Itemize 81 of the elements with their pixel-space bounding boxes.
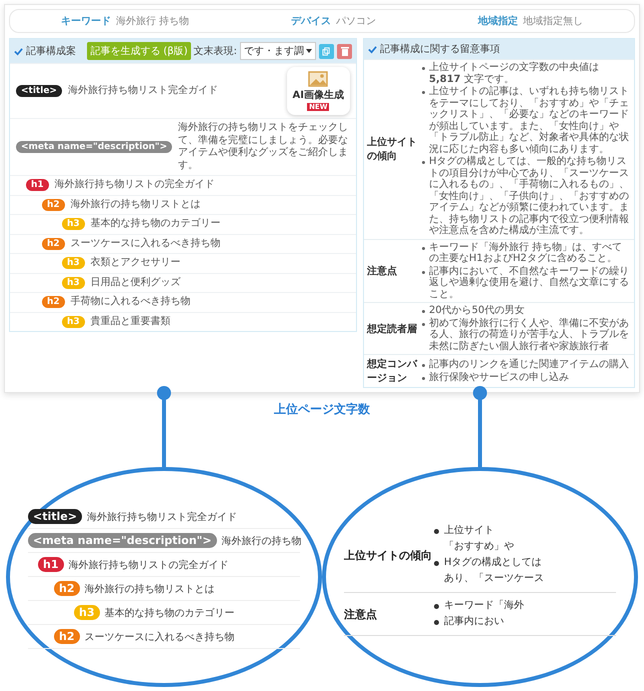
- heading-tag: h2: [54, 581, 80, 596]
- bullet-dot: [422, 364, 425, 367]
- heading-tag: h2: [54, 629, 80, 644]
- heading-text: 海外旅行持ち物リストの完全ガイド: [68, 558, 228, 572]
- filter-label: 地域指定: [478, 14, 518, 28]
- note-bullet: 記事内のリンクを通じた関連アイテムの購入: [429, 359, 629, 370]
- heading-tag: h2: [42, 296, 65, 308]
- heading-tag: h1: [38, 557, 64, 572]
- heading-tag: <title>: [16, 85, 62, 97]
- filter-label: デバイス: [291, 15, 332, 28]
- filter-value: 海外旅行 持ち物: [116, 14, 190, 28]
- heading-tag: h2: [42, 238, 65, 250]
- image-icon: [308, 71, 328, 87]
- heading-text: 海外旅行持ち物リスト完全ガイド: [86, 510, 237, 524]
- bullet-dot: [422, 67, 425, 70]
- bullet-dot: [422, 310, 425, 313]
- note-line: あり、「スーツケース: [444, 572, 544, 586]
- heading-tag: h3: [62, 218, 85, 230]
- note-bullet: Hタグの構成としては、一般的な持ち物リストの項目分けが中心であり、「スーツケースに入れるもの」、「手荷物に入れるもの」、「女性向け」、「子供向け」、「おすすめのアイテム」などが頻繁に使われています。また、持ち物リストの記事内で役立つ便利情報や注意点を含めた構成が主流です。: [429, 156, 630, 236]
- bullet-dot: [422, 246, 425, 250]
- section-label: 上位サイトの傾向: [344, 548, 433, 562]
- note-line: 「おすすめ」や: [444, 540, 514, 554]
- heading-tag: <title>: [28, 509, 82, 524]
- panel-title: 記事構成案: [26, 44, 76, 58]
- check-icon: [14, 46, 23, 56]
- bullet-dot: [422, 322, 425, 326]
- heading-text: スーツケースに入れるべき持ち物: [70, 238, 221, 250]
- section-label: 注意点: [367, 264, 398, 278]
- heading-text: 海外旅行持ち物リストの完全ガイド: [54, 179, 215, 192]
- section-label: 上位サイトの傾向: [367, 136, 418, 164]
- section-label: 想定読者層: [367, 322, 418, 336]
- note-line: 記事内におい: [444, 614, 504, 629]
- note-bullet: 旅行保険やサービスの申し込み: [429, 372, 569, 383]
- heading-tag: h3: [62, 257, 85, 270]
- heading-text: 衣類とアクセサリー: [90, 257, 181, 270]
- heading-tag: h1: [26, 179, 49, 192]
- note-bullet: 20代から50代の男女: [429, 305, 524, 316]
- heading-tag: <meta name="description">: [28, 533, 217, 548]
- bullet-dot: [422, 376, 425, 380]
- filter-value: 地域指定無し: [523, 14, 584, 28]
- note-bullet: 上位サイトページの文字数の中央値は 5,817 文字です。: [429, 62, 600, 85]
- heading-text: スーツケースに入れるべき持ち物: [84, 630, 234, 644]
- note-bullet: キーワード「海外旅行 持ち物」は、すべての主要なH1およびH2タグに含めること。: [429, 242, 624, 264]
- heading-text: 手荷物に入れるべき持ち物: [70, 296, 191, 308]
- heading-text: 日用品と便利グッズ: [90, 276, 181, 289]
- heading-text: 海外旅行の持ち物: [222, 534, 302, 548]
- heading-tag: h3: [62, 316, 85, 328]
- bullet-dot: [422, 270, 425, 274]
- note-line: Hタグの構成としては: [444, 556, 542, 570]
- heading-text: 海外旅行持ち物リスト完全ガイド: [68, 84, 218, 98]
- heading-text: 基本的な持ち物のカテゴリー: [90, 218, 221, 230]
- style-label: 文末表現:: [194, 44, 237, 58]
- note-line: 上位サイト: [444, 524, 494, 538]
- copy-button[interactable]: [319, 44, 334, 58]
- trash-icon: [340, 46, 348, 56]
- note-bullet: 初めて海外旅行に行く人や、準備に不安がある人、旅行の荷造りが苦手な人、トラブルを未然に防ぎたい個人旅行者や家族旅行者: [429, 318, 630, 352]
- note-line: キーワード「海外: [444, 598, 524, 613]
- copy-icon: [322, 46, 331, 56]
- check-icon: [368, 44, 377, 54]
- heading-text: 基本的な持ち物のカテゴリー: [104, 606, 234, 620]
- callout-label: 上位ページ文字数: [274, 401, 370, 418]
- bullet-dot: [422, 161, 425, 164]
- filter-value: パソコン: [336, 15, 376, 28]
- style-select[interactable]: です・ます調: [240, 42, 316, 60]
- heading-text: 海外旅行の持ち物リストをチェックして、準備を完璧にしましょう。必要なアイテムや便利なグッズをご紹介します。: [178, 122, 350, 172]
- heading-text: 海外旅行の持ち物リストとは: [70, 198, 201, 211]
- heading-text: 貴重品と重要書類: [90, 316, 171, 328]
- filter-label: キーワード: [60, 15, 111, 28]
- heading-text: 海外旅行の持ち物リストとは: [84, 582, 214, 596]
- heading-tag: <meta name="description">: [16, 141, 172, 153]
- caret-icon: [306, 49, 312, 53]
- delete-button[interactable]: [337, 44, 352, 58]
- note-bullet: 記事内において、不自然なキーワードの繰り返しや過剰な使用を避け、自然な文章にすること。: [429, 266, 630, 300]
- note-bullet: 上位サイトの記事は、いずれも持ち物リストをテーマにしており、「おすすめ」や「チェックリスト」、「必要な」などのキーワードが頻出しています。また、「女性向け」や「トラブル防止」など、対象者や具体的な状況に応じた内容も多い傾向にあります。: [429, 86, 630, 155]
- panel-title: 記事構成に関する留意事項: [380, 42, 500, 56]
- heading-tag: h2: [42, 198, 65, 211]
- heading-tag: h3: [74, 605, 100, 620]
- section-label: 想定コンバージョン: [367, 357, 418, 385]
- bullet-dot: [422, 91, 425, 94]
- heading-tag: h3: [62, 276, 85, 289]
- section-label: 注意点: [344, 606, 378, 622]
